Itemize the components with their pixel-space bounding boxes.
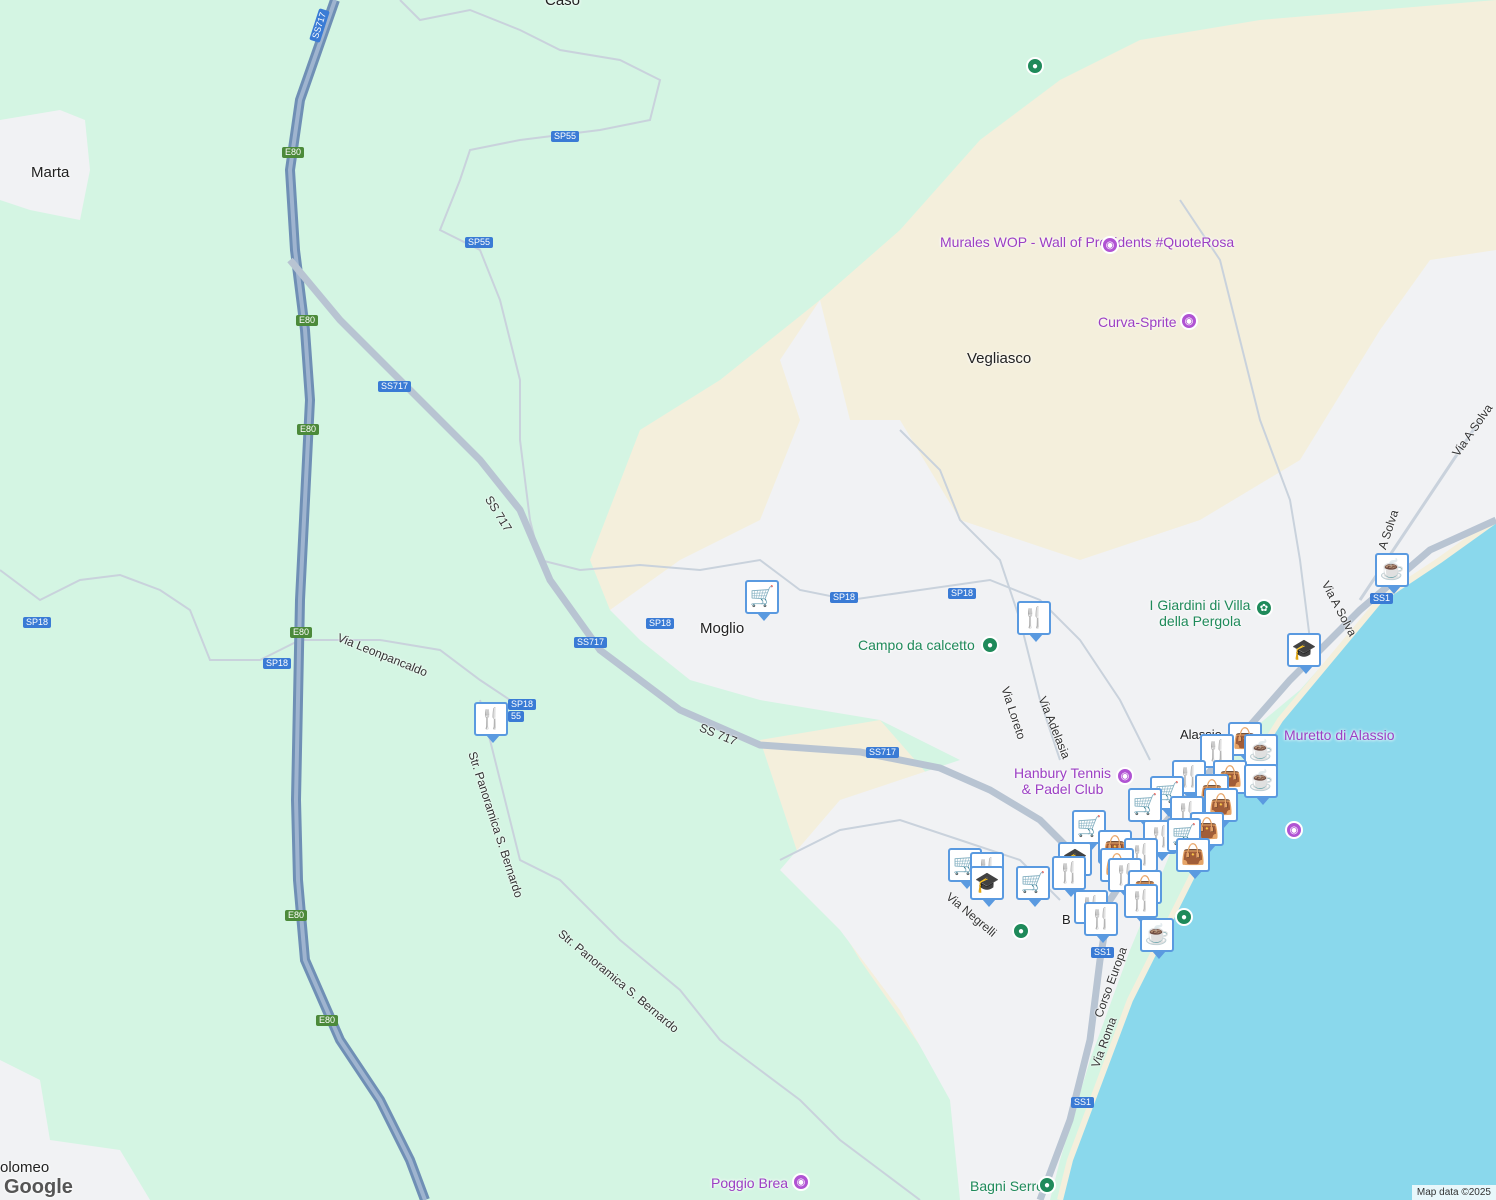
place-label-b[interactable]: B (1062, 912, 1071, 927)
place-label-moglio[interactable]: Moglio (700, 620, 744, 637)
road-shield-e80: E80 (285, 910, 308, 921)
place-label-vegliasco[interactable]: Vegliasco (967, 350, 1031, 367)
poi-label-poggio-brea[interactable]: Poggio Brea (711, 1175, 788, 1191)
place-label-caso[interactable]: Caso (545, 0, 580, 9)
road-shield-sp18: SP18 (948, 588, 977, 599)
map-attribution[interactable]: Map data ©2025 (1411, 1185, 1496, 1200)
road-shield-ss717: SS717 (866, 747, 900, 758)
landmark-marker-icon[interactable]: ◉ (1116, 767, 1134, 785)
road-shield-sp18: SP18 (508, 699, 537, 710)
road-shield-sp18: SP18 (830, 592, 859, 603)
cafe-marker-icon[interactable]: ☕ (1244, 734, 1278, 775)
road-shield-55: 55 (508, 711, 525, 722)
restaurant-marker-icon[interactable]: 🍴 (1084, 902, 1118, 943)
camera-marker-icon[interactable]: ◉ (1180, 312, 1198, 330)
cafe-marker-icon[interactable]: ☕ (1244, 764, 1278, 805)
restaurant-marker-icon[interactable]: 🍴 (1052, 856, 1086, 897)
road-shield-ss1: SS1 (1091, 947, 1115, 958)
garden-marker-icon[interactable]: ✿ (1255, 599, 1273, 617)
road-shield-ss717: SS717 (378, 381, 412, 392)
shopping-cart-marker-icon[interactable]: 🛒 (1128, 788, 1162, 829)
restaurant-marker-icon[interactable]: 🍴 (1124, 884, 1158, 925)
camera-marker-icon[interactable]: ◉ (1101, 236, 1119, 254)
road-shield-ss717: SS717 (574, 637, 608, 648)
road-shield-e80: E80 (282, 147, 305, 158)
road-shield-sp18: SP18 (263, 658, 292, 669)
cafe-marker-icon[interactable]: ☕ (1140, 918, 1174, 959)
poi-label-giardini[interactable]: I Giardini di Villa della Pergola (1140, 597, 1260, 629)
school-marker-icon[interactable]: 🎓 (1287, 633, 1321, 674)
road-shield-sp18: SP18 (23, 617, 52, 628)
poi-label-bagni-serre[interactable]: Bagni Serre (970, 1178, 1044, 1194)
poi-label-calcetto[interactable]: Campo da calcetto (858, 637, 975, 653)
shopping-cart-marker-icon[interactable]: 🛒 (745, 580, 779, 621)
restaurant-marker-icon[interactable]: 🍴 (1017, 601, 1051, 642)
park-marker-icon[interactable]: ● (1012, 922, 1030, 940)
camera-marker-icon[interactable]: ◉ (1285, 821, 1303, 839)
shopping-bag-marker-icon[interactable]: 👜 (1176, 838, 1210, 879)
road-shield-e80: E80 (297, 424, 320, 435)
poi-label-hanbury[interactable]: Hanbury Tennis & Padel Club (1010, 765, 1115, 797)
park-marker-icon[interactable]: ● (1175, 908, 1193, 926)
camera-marker-icon[interactable]: ◉ (792, 1173, 810, 1191)
road-shield-e80: E80 (316, 1015, 339, 1026)
place-label-marta[interactable]: Marta (31, 164, 69, 181)
park-marker-icon[interactable]: ● (1026, 57, 1044, 75)
poi-label-muretto[interactable]: Muretto di Alassio (1284, 727, 1395, 743)
road-shield-ss1: SS1 (1370, 593, 1394, 604)
road-shield-sp18: SP18 (646, 618, 675, 629)
road-shield-ss1: SS1 (1071, 1097, 1095, 1108)
place-label-bartolomeo[interactable]: olomeo (0, 1159, 49, 1176)
google-logo: Google (4, 1176, 73, 1198)
shopping-cart-marker-icon[interactable]: 🛒 (1016, 866, 1050, 907)
poi-label-murales[interactable]: Murales WOP - Wall of Presidents #QuoteR… (940, 234, 1234, 250)
map-canvas[interactable]: Caso Marta Vegliasco Moglio Alassio olom… (0, 0, 1496, 1200)
road-shield-e80: E80 (290, 627, 313, 638)
road-shield-e80: E80 (296, 315, 319, 326)
cafe-marker-icon[interactable]: ☕ (1375, 553, 1409, 594)
beach-marker-icon[interactable]: ● (1038, 1176, 1056, 1194)
poi-label-curva-sprite[interactable]: Curva-Sprite (1098, 314, 1177, 330)
restaurant-marker-icon[interactable]: 🍴 (474, 702, 508, 743)
sports-marker-icon[interactable]: ● (981, 636, 999, 654)
school-marker-icon[interactable]: 🎓 (970, 866, 1004, 907)
road-shield-sp55: SP55 (465, 237, 494, 248)
road-shield-sp55: SP55 (551, 131, 580, 142)
